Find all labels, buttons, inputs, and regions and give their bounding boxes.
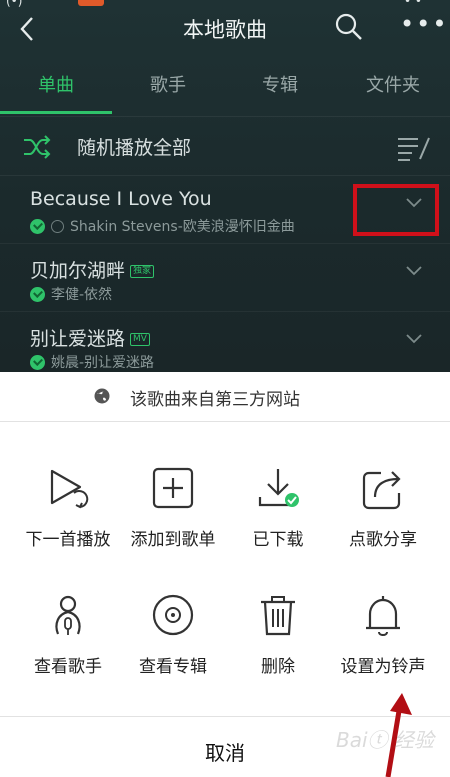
header: 本地歌曲 ••• bbox=[0, 8, 450, 52]
delete-button[interactable]: 删除 bbox=[222, 594, 334, 714]
set-ringtone-label: 设置为铃声 bbox=[340, 657, 426, 677]
tab-singers[interactable]: 歌手 bbox=[112, 62, 224, 112]
watermark: Baiⓣ 经验 bbox=[336, 728, 434, 752]
tab-folders[interactable]: 文件夹 bbox=[336, 62, 450, 112]
annotation-highlight-box bbox=[353, 184, 439, 236]
tab-songs[interactable]: 单曲 bbox=[0, 62, 112, 112]
song-row[interactable]: 别让爱迷路 MV 姚晨-别让爱迷路 bbox=[0, 312, 450, 380]
share-label: 点歌分享 bbox=[349, 530, 417, 550]
downloaded-check-icon bbox=[30, 286, 45, 302]
mv-tag: MV bbox=[130, 333, 150, 346]
shuffle-all-row[interactable]: 随机播放全部 bbox=[0, 116, 450, 176]
add-to-playlist-icon bbox=[152, 467, 194, 509]
song-meta: Shakin Stevens-欧美浪漫怀旧金曲 bbox=[30, 216, 295, 236]
song-title: 贝加尔湖畔 bbox=[30, 260, 126, 282]
globe-icon bbox=[51, 219, 64, 233]
play-next-button[interactable]: 下一首播放 bbox=[12, 467, 124, 587]
globe-icon bbox=[94, 388, 110, 404]
chevron-down-icon[interactable] bbox=[405, 264, 423, 278]
music-app-background: (•) • • 本地歌曲 ••• 单曲 歌手 专辑 文件夹 随机播放全部 Bec… bbox=[0, 0, 450, 380]
chevron-down-icon[interactable] bbox=[405, 332, 423, 346]
source-info-text: 该歌曲来自第三方网站 bbox=[130, 390, 300, 410]
source-info-row: 该歌曲来自第三方网站 bbox=[0, 372, 450, 422]
page-title: 本地歌曲 bbox=[183, 18, 267, 42]
trash-icon bbox=[261, 596, 295, 636]
more-options-icon[interactable]: ••• bbox=[400, 12, 446, 44]
singer-icon bbox=[55, 595, 81, 635]
downloaded-button[interactable]: 已下载 bbox=[222, 467, 334, 587]
shuffle-all-label: 随机播放全部 bbox=[77, 137, 192, 159]
song-subtitle: Shakin Stevens-欧美浪漫怀旧金曲 bbox=[70, 219, 295, 235]
delete-label: 删除 bbox=[261, 657, 295, 677]
song-title: 别让爱迷路 bbox=[30, 328, 126, 350]
song-row[interactable]: 贝加尔湖畔 独家 李健-依然 bbox=[0, 244, 450, 312]
downloaded-icon bbox=[258, 469, 299, 507]
song-meta: 姚晨-别让爱迷路 bbox=[30, 352, 154, 372]
status-left-glyphs: (•) bbox=[6, 0, 23, 8]
sort-list-icon[interactable] bbox=[396, 134, 432, 162]
share-button[interactable]: 点歌分享 bbox=[327, 467, 439, 587]
active-tab-indicator bbox=[0, 111, 112, 114]
song-title-wrap: 别让爱迷路 MV bbox=[30, 324, 150, 351]
song-title-wrap: 贝加尔湖畔 独家 bbox=[30, 256, 155, 283]
search-icon[interactable] bbox=[334, 12, 364, 42]
bell-icon bbox=[366, 596, 400, 636]
tab-bar: 单曲 歌手 专辑 文件夹 bbox=[0, 62, 450, 114]
song-meta: 李健-依然 bbox=[30, 284, 112, 304]
status-right-glyphs: • • bbox=[404, 0, 422, 8]
share-icon bbox=[362, 471, 401, 510]
song-subtitle: 李健-依然 bbox=[51, 287, 113, 303]
album-icon bbox=[152, 594, 194, 636]
add-to-playlist-label: 添加到歌单 bbox=[130, 530, 216, 550]
exclusive-tag: 独家 bbox=[130, 265, 155, 278]
tab-albums[interactable]: 专辑 bbox=[224, 62, 336, 112]
downloaded-label: 已下载 bbox=[252, 530, 304, 550]
downloaded-check-icon bbox=[30, 354, 45, 370]
play-next-icon bbox=[50, 469, 89, 509]
song-title: Because I Love You bbox=[30, 188, 212, 210]
play-next-label: 下一首播放 bbox=[25, 530, 111, 550]
shuffle-icon bbox=[24, 135, 51, 159]
downloaded-check-icon bbox=[30, 218, 45, 234]
add-to-playlist-button[interactable]: 添加到歌单 bbox=[117, 467, 229, 587]
view-singer-label: 查看歌手 bbox=[34, 657, 102, 677]
view-album-button[interactable]: 查看专辑 bbox=[117, 594, 229, 714]
song-subtitle: 姚晨-别让爱迷路 bbox=[51, 355, 155, 371]
view-singer-button[interactable]: 查看歌手 bbox=[12, 594, 124, 714]
view-album-label: 查看专辑 bbox=[139, 657, 207, 677]
status-bar: (•) • • bbox=[0, 0, 450, 8]
notification-dot bbox=[78, 0, 104, 6]
